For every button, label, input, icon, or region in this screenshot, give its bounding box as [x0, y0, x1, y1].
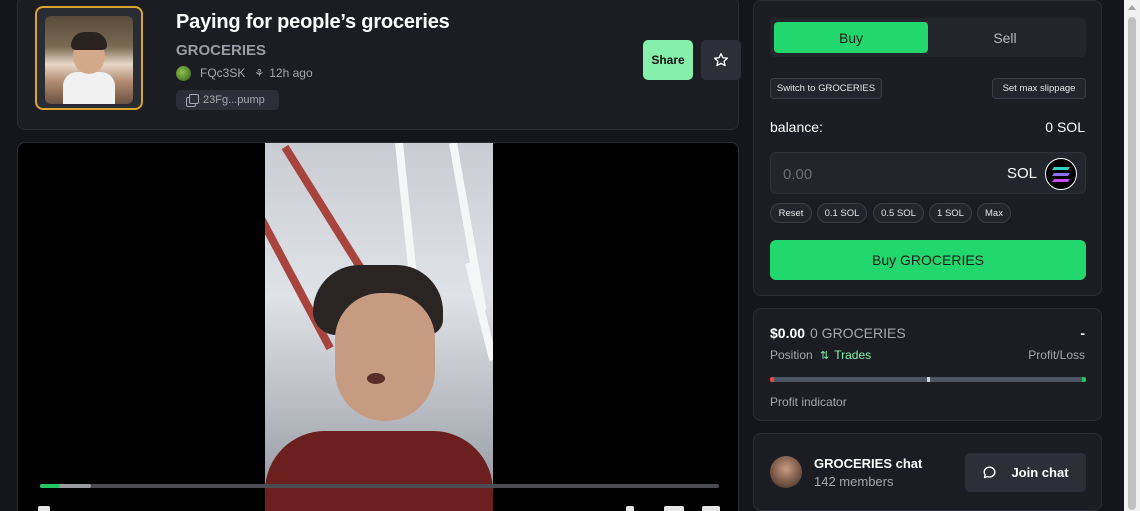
- coin-title: Paying for people’s groceries: [176, 11, 450, 33]
- join-chat-label: Join chat: [1011, 465, 1069, 480]
- solana-icon: [1045, 158, 1077, 190]
- buy-button[interactable]: Buy GROCERIES: [770, 240, 1086, 280]
- quick-1-sol-button[interactable]: 1 SOL: [929, 203, 972, 223]
- position-usd: $0.00: [770, 325, 806, 341]
- chat-name: GROCERIES chat: [814, 456, 923, 471]
- sprout-icon: ⚘: [254, 67, 265, 80]
- trades-link[interactable]: ⇅ Trades: [820, 348, 871, 362]
- video-player[interactable]: [17, 142, 739, 511]
- star-icon: [714, 53, 728, 67]
- chat-card: GROCERIES chat 142 members Join chat: [753, 433, 1102, 511]
- position-label: Position: [770, 348, 813, 362]
- amount-input[interactable]: [783, 163, 983, 185]
- copy-icon: [186, 94, 199, 107]
- chat-bubble-icon: [983, 466, 996, 479]
- chat-avatar: [770, 456, 802, 488]
- profit-indicator-marker: [927, 377, 930, 382]
- page-scrollbar[interactable]: [1124, 0, 1140, 511]
- scroll-up-icon[interactable]: [1128, 5, 1136, 10]
- position-card: $0.00 0 GROCERIES - Position ⇅ Trades Pr…: [753, 308, 1102, 421]
- tab-buy[interactable]: Buy: [774, 22, 928, 53]
- set-slippage-button[interactable]: Set max slippage: [992, 78, 1086, 99]
- quick-0-5-sol-button[interactable]: 0.5 SOL: [873, 203, 924, 223]
- sort-arrows-icon: ⇅: [820, 349, 830, 362]
- join-chat-button[interactable]: Join chat: [965, 453, 1086, 492]
- coin-thumbnail[interactable]: [35, 6, 143, 110]
- balance-value: 0 SOL: [1045, 119, 1085, 135]
- trades-label: Trades: [834, 348, 872, 362]
- coin-age: 12h ago: [269, 66, 313, 80]
- amount-unit: SOL: [1006, 165, 1037, 182]
- volume-icon[interactable]: [626, 506, 634, 511]
- fullscreen-icon[interactable]: [702, 506, 720, 511]
- contract-address-chip[interactable]: 23Fg...pump: [176, 90, 279, 110]
- coin-ticker: GROCERIES: [176, 42, 267, 59]
- share-button[interactable]: Share: [643, 40, 693, 80]
- trade-tabs: Buy Sell: [770, 18, 1086, 57]
- position-pnl: -: [1080, 325, 1085, 341]
- video-frame: [265, 143, 493, 511]
- balance-label: balance:: [770, 119, 823, 135]
- favorite-button[interactable]: [701, 40, 741, 80]
- quick-0-1-sol-button[interactable]: 0.1 SOL: [817, 203, 867, 223]
- contract-address: 23Fg...pump: [203, 94, 265, 106]
- position-tokens: 0 GROCERIES: [810, 325, 906, 341]
- profit-indicator-bar: [770, 377, 1086, 382]
- coin-meta: FQc3SK ⚘ 12h ago: [176, 64, 313, 82]
- trade-panel: Buy Sell Switch to GROCERIES Set max sli…: [753, 0, 1102, 296]
- play-icon[interactable]: [38, 506, 50, 511]
- thumbnail-image: [45, 16, 133, 104]
- coin-header-card: Paying for people’s groceries GROCERIES …: [17, 0, 741, 130]
- tab-sell[interactable]: Sell: [928, 22, 1082, 53]
- quick-reset-button[interactable]: Reset: [770, 203, 812, 223]
- chat-member-count: 142 members: [814, 474, 894, 489]
- profit-loss-label: Profit/Loss: [1028, 348, 1085, 362]
- video-progress-fill: [40, 484, 61, 488]
- amount-field[interactable]: SOL: [770, 152, 1086, 194]
- creator-name[interactable]: FQc3SK: [200, 66, 245, 80]
- creator-avatar-icon: [176, 65, 191, 81]
- profit-indicator-label: Profit indicator: [770, 395, 847, 409]
- quick-max-button[interactable]: Max: [977, 203, 1011, 223]
- captions-icon[interactable]: [664, 506, 684, 511]
- switch-token-button[interactable]: Switch to GROCERIES: [770, 78, 882, 99]
- scrollbar-thumb[interactable]: [1128, 17, 1136, 510]
- video-progress-bar[interactable]: [40, 484, 719, 488]
